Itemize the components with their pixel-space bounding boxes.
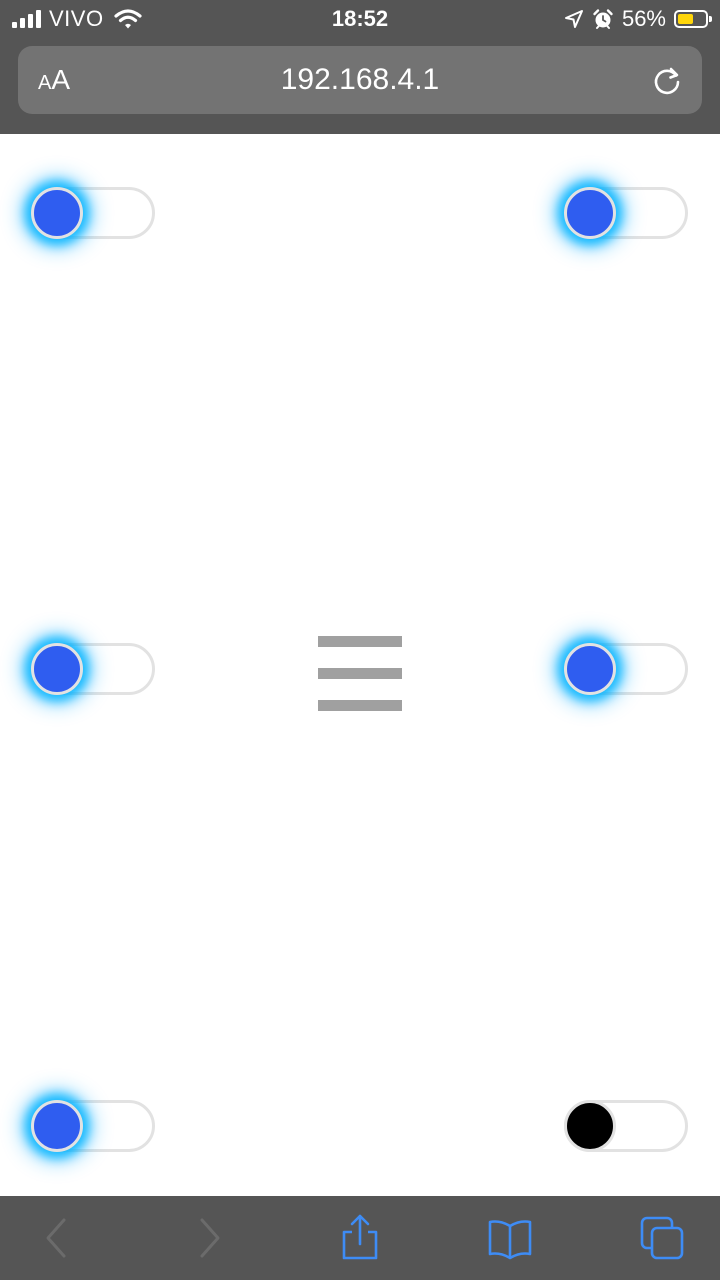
toggle-knob: [564, 643, 616, 695]
address-bar[interactable]: AA 192.168.4.1: [18, 46, 702, 114]
toggle-knob: [31, 1100, 83, 1152]
toggle-bottom-left[interactable]: [31, 1100, 155, 1152]
browser-toolbar: AA 192.168.4.1: [0, 38, 720, 134]
forward-icon[interactable]: [186, 1214, 234, 1262]
battery-nub: [709, 16, 712, 22]
toggle-knob: [564, 1100, 616, 1152]
alarm-icon: [593, 9, 613, 29]
share-icon[interactable]: [336, 1214, 384, 1262]
toggle-knob: [564, 187, 616, 239]
hamburger-menu-icon[interactable]: [318, 636, 404, 711]
battery-icon: [674, 10, 712, 28]
toggle-top-right[interactable]: [564, 187, 688, 239]
toggle-knob: [31, 643, 83, 695]
toggle-knob: [31, 187, 83, 239]
location-arrow-icon: [564, 10, 583, 28]
toggle-middle-right[interactable]: [564, 643, 688, 695]
browser-bottom-toolbar: [0, 1196, 720, 1280]
tabs-icon[interactable]: [638, 1214, 686, 1262]
battery-percent: 56%: [621, 6, 666, 31]
status-right: 56%: [564, 6, 712, 32]
bookmarks-icon[interactable]: [486, 1214, 534, 1262]
toggle-bottom-right[interactable]: [564, 1100, 688, 1152]
toggle-middle-left[interactable]: [31, 643, 155, 695]
battery-fill: [678, 14, 693, 24]
page-content: [0, 134, 720, 1196]
reload-icon[interactable]: [650, 64, 684, 98]
status-bar: VIVO 18:52 56%: [0, 0, 720, 38]
url-text[interactable]: 192.168.4.1: [18, 63, 702, 97]
back-icon[interactable]: [32, 1214, 80, 1262]
toggle-top-left[interactable]: [31, 187, 155, 239]
